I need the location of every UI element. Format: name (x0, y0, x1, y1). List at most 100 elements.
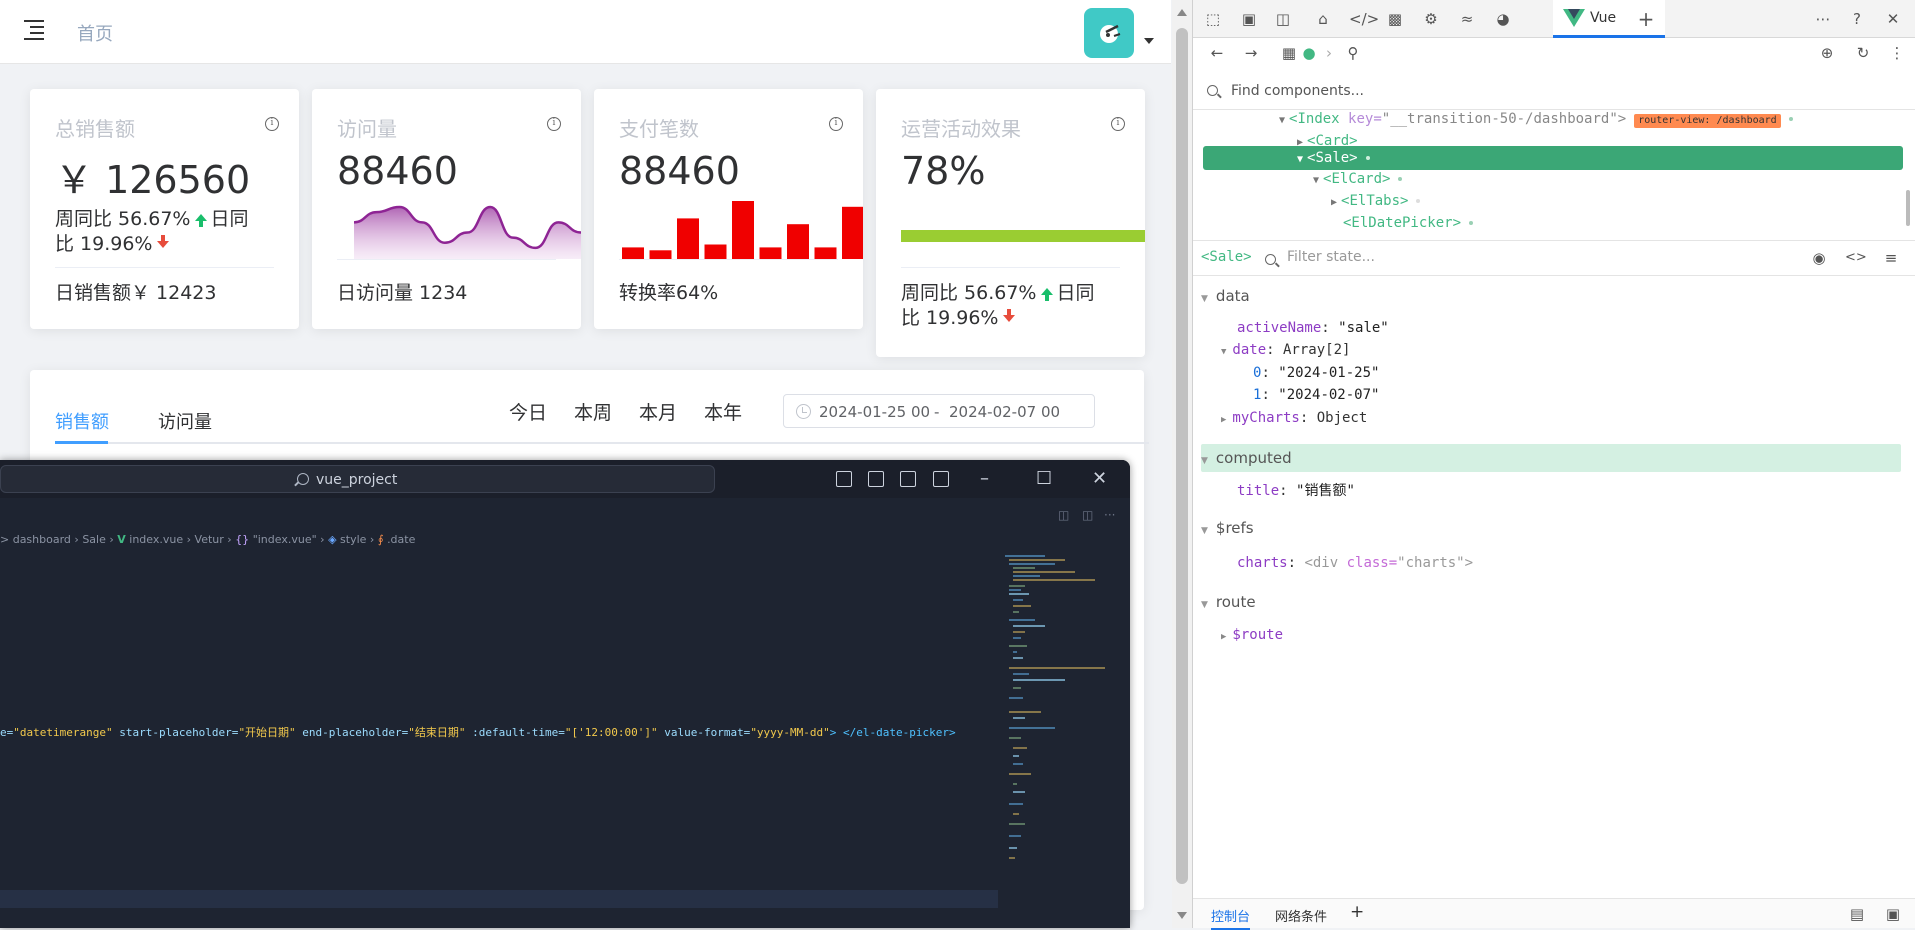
back-icon[interactable]: ← (1207, 43, 1227, 63)
toggle-panel-icon[interactable] (868, 471, 884, 487)
info-icon[interactable]: i (1111, 117, 1125, 131)
divider (619, 259, 838, 260)
crumb-vetur[interactable]: Vetur (195, 533, 224, 546)
split-view-icon[interactable]: ◫ (1082, 508, 1093, 522)
tree-node-sale[interactable]: ▼ <Sale> (1297, 147, 1370, 169)
date-start[interactable]: 2024-01-25 00 (819, 403, 930, 421)
code-icon[interactable]: </> (1349, 9, 1379, 29)
state-date-1[interactable]: 1: "2024-02-07" (1253, 384, 1379, 406)
tree-node-eltabs[interactable]: ▶ <ElTabs> (1331, 190, 1421, 212)
chevron-down-icon[interactable] (1144, 38, 1154, 44)
scrollbar-thumb[interactable] (1176, 28, 1188, 884)
tab-sales[interactable]: 销售额 (55, 408, 109, 434)
more-icon[interactable]: ⋯ (1813, 9, 1833, 29)
breadcrumb-home[interactable]: 首页 (77, 20, 113, 46)
crumb-file[interactable]: index.vue (129, 533, 183, 546)
add-drawer-tab-icon[interactable]: + (1350, 902, 1364, 922)
wifi-icon[interactable]: ≈ (1457, 9, 1477, 29)
section-route[interactable]: ▼ route (1201, 588, 1901, 616)
node-tag: <Sale> (1307, 150, 1358, 166)
period-year[interactable]: 本年 (704, 398, 742, 425)
add-tab-icon[interactable]: + (1636, 9, 1656, 29)
crumb-selector[interactable]: .date (387, 533, 415, 546)
refresh-icon[interactable]: ↻ (1853, 43, 1873, 63)
code-line[interactable]: e="datetimerange" start-placeholder="开始日… (0, 724, 956, 740)
eye-icon[interactable]: ◉ (1809, 248, 1829, 268)
arrow-down-icon (156, 235, 169, 248)
performance-icon[interactable]: ◕ (1493, 9, 1513, 29)
selected-component-name: <Sale> (1201, 249, 1252, 265)
info-icon[interactable]: i (829, 117, 843, 131)
minimap[interactable] (1005, 552, 1117, 872)
period-today[interactable]: 今日 (509, 398, 547, 425)
app-badge-icon[interactable]: ● (1299, 43, 1319, 63)
state-active-name[interactable]: activeName: "sale" (1237, 317, 1389, 339)
info-icon[interactable]: i (547, 117, 561, 131)
tab-network-conditions[interactable]: 网络条件 (1275, 906, 1327, 925)
scroll-up-icon[interactable] (1177, 9, 1187, 16)
filter-state-input[interactable]: Filter state... (1287, 249, 1375, 265)
components-icon[interactable]: ▦ (1279, 43, 1299, 63)
console-icon[interactable]: ▩ (1385, 9, 1405, 29)
home-icon[interactable]: ⌂ (1313, 9, 1333, 29)
crumb-module[interactable]: "index.vue" (253, 533, 317, 546)
find-components-input[interactable]: Find components... (1231, 83, 1364, 99)
period-week[interactable]: 本周 (574, 398, 612, 425)
vue-devtools-toolbar: ← → ▦ ● › ⚲ ⊕ ↻ ⋮ (1193, 38, 1915, 72)
more-actions-icon[interactable]: ··· (1104, 508, 1115, 522)
section-computed[interactable]: ▼ computed (1201, 444, 1901, 472)
toggle-sidebar-icon[interactable] (836, 471, 852, 487)
state-title[interactable]: title: "销售额" (1237, 480, 1355, 502)
inspect-icon[interactable]: ⬚ (1203, 9, 1223, 29)
toggle-secondary-sidebar-icon[interactable] (900, 471, 916, 487)
state-index: 1 (1253, 387, 1262, 403)
crumb-style[interactable]: style (340, 533, 366, 546)
search-icon (1207, 85, 1218, 96)
tab-console[interactable]: 控制台 (1211, 906, 1251, 930)
state-date[interactable]: ▼ date: Array[2] (1221, 339, 1350, 361)
forward-icon[interactable]: → (1241, 43, 1261, 63)
crumb-sale[interactable]: Sale (82, 533, 106, 546)
tab-visits[interactable]: 访问量 (158, 408, 212, 434)
target-icon[interactable]: ⊕ (1817, 43, 1837, 63)
avatar[interactable] (1084, 8, 1134, 58)
maximize-icon[interactable]: ☐ (1036, 468, 1052, 489)
command-center[interactable]: vue_project (0, 465, 715, 493)
help-icon[interactable]: ? (1847, 9, 1867, 29)
find-components[interactable]: Find components... (1193, 80, 1915, 110)
progress-track (901, 230, 1145, 242)
tree-icon[interactable]: ⚲ (1343, 43, 1363, 63)
info-icon[interactable]: i (265, 117, 279, 131)
tree-node-elcard[interactable]: ▼ <ElCard> (1313, 168, 1403, 190)
open-source-icon[interactable]: <> (1845, 248, 1867, 268)
customize-layout-icon[interactable] (933, 471, 949, 487)
state-charts-ref[interactable]: charts: <div class="charts"> (1237, 552, 1473, 574)
dock-icon[interactable]: ▣ (1883, 904, 1903, 924)
device-toolbar-icon[interactable]: ▣ (1239, 9, 1259, 29)
scroll-down-icon[interactable] (1177, 912, 1187, 919)
tree-node-index[interactable]: ▼ <Index key="__transition-50-/dashboard"… (1279, 108, 1793, 130)
minimize-icon[interactable]: – (980, 468, 989, 489)
section-refs[interactable]: ▼ $refs (1201, 514, 1901, 542)
state-date-0[interactable]: 0: "2024-01-25" (1253, 362, 1379, 384)
close-icon[interactable]: ✕ (1092, 468, 1107, 489)
crumb-folder[interactable]: > dashboard (0, 533, 71, 546)
trend-line: 周同比 56.67% 日同 (901, 281, 1120, 306)
state-route[interactable]: ▶ $route (1221, 624, 1283, 646)
tree-scrollbar[interactable] (1906, 190, 1910, 226)
collapse-icon[interactable]: ≡ (1881, 248, 1901, 268)
section-data[interactable]: ▼ data (1201, 282, 1901, 310)
undock-icon[interactable]: ▤ (1847, 904, 1867, 924)
state-mycharts[interactable]: ▶ myCharts: Object (1221, 407, 1367, 429)
bug-icon[interactable]: ⚙ (1421, 9, 1441, 29)
bar (649, 250, 672, 259)
date-end[interactable]: 2024-02-07 00 (949, 403, 1060, 421)
hamburger-icon[interactable] (24, 20, 48, 40)
date-range-picker[interactable]: 2024-01-25 00 - 2024-02-07 00 (783, 394, 1095, 428)
split-editor-icon[interactable]: ◫ (1058, 508, 1069, 522)
sidebar-toggle-icon[interactable]: ◫ (1273, 9, 1293, 29)
period-month[interactable]: 本月 (639, 398, 677, 425)
close-icon[interactable]: ✕ (1883, 9, 1903, 29)
tree-node-eldatepicker[interactable]: <ElDatePicker> (1343, 212, 1474, 234)
menu-dots-icon[interactable]: ⋮ (1887, 43, 1907, 63)
